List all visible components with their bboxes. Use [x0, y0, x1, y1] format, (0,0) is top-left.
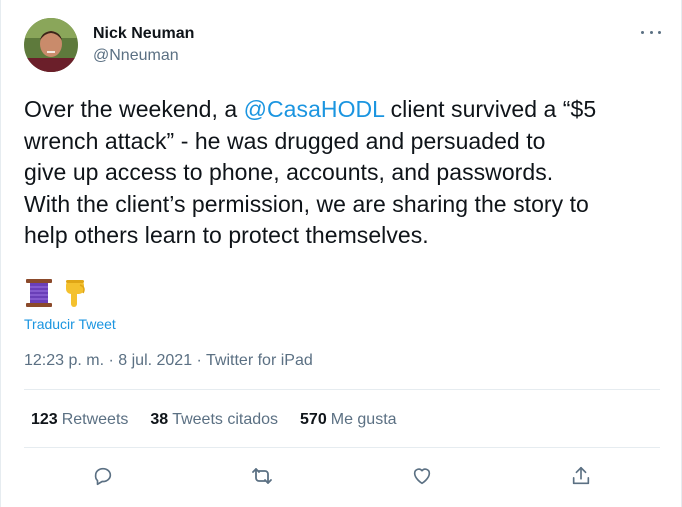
tweet-timestamp[interactable]: 12:23 p. m. · 8 jul. 2021 · Twitter for … — [24, 352, 313, 370]
action-bar — [24, 460, 660, 492]
likes-label: Me gusta — [330, 411, 397, 428]
translate-link[interactable]: Traducir Tweet — [24, 316, 116, 332]
reply-icon[interactable] — [87, 460, 119, 492]
retweets-label: Retweets — [61, 411, 129, 428]
pointing-down-emoji — [62, 277, 90, 309]
avatar[interactable] — [24, 18, 78, 72]
share-icon[interactable] — [565, 460, 597, 492]
emoji-row — [24, 277, 90, 309]
quotes-label: Tweets citados — [172, 411, 279, 428]
retweet-icon[interactable] — [246, 460, 278, 492]
divider — [24, 389, 660, 390]
thread-spool-emoji — [24, 277, 54, 309]
likes-count: 570 — [300, 411, 327, 428]
author-name[interactable]: Nick Neuman — [93, 25, 194, 43]
tweet-card: Nick Neuman @Nneuman Over the weekend, a… — [0, 0, 682, 507]
mention-link[interactable]: @CasaHODL — [244, 96, 385, 122]
divider — [24, 447, 660, 448]
author-handle[interactable]: @Nneuman — [93, 47, 179, 65]
likes-stat[interactable]: 570 Me gusta — [300, 411, 397, 429]
like-icon[interactable] — [406, 460, 438, 492]
tweet-stats: 123 Retweets 38 Tweets citados 570 Me gusta — [31, 411, 397, 429]
tweet-text: Over the weekend, a @CasaHODL client sur… — [24, 94, 674, 252]
retweets-count: 123 — [31, 411, 58, 428]
more-icon[interactable] — [637, 22, 665, 42]
quotes-count: 38 — [150, 411, 169, 428]
tweet-text-before: Over the weekend, a — [24, 96, 244, 122]
retweets-stat[interactable]: 123 Retweets — [31, 411, 128, 429]
quotes-stat[interactable]: 38 Tweets citados — [150, 411, 278, 429]
